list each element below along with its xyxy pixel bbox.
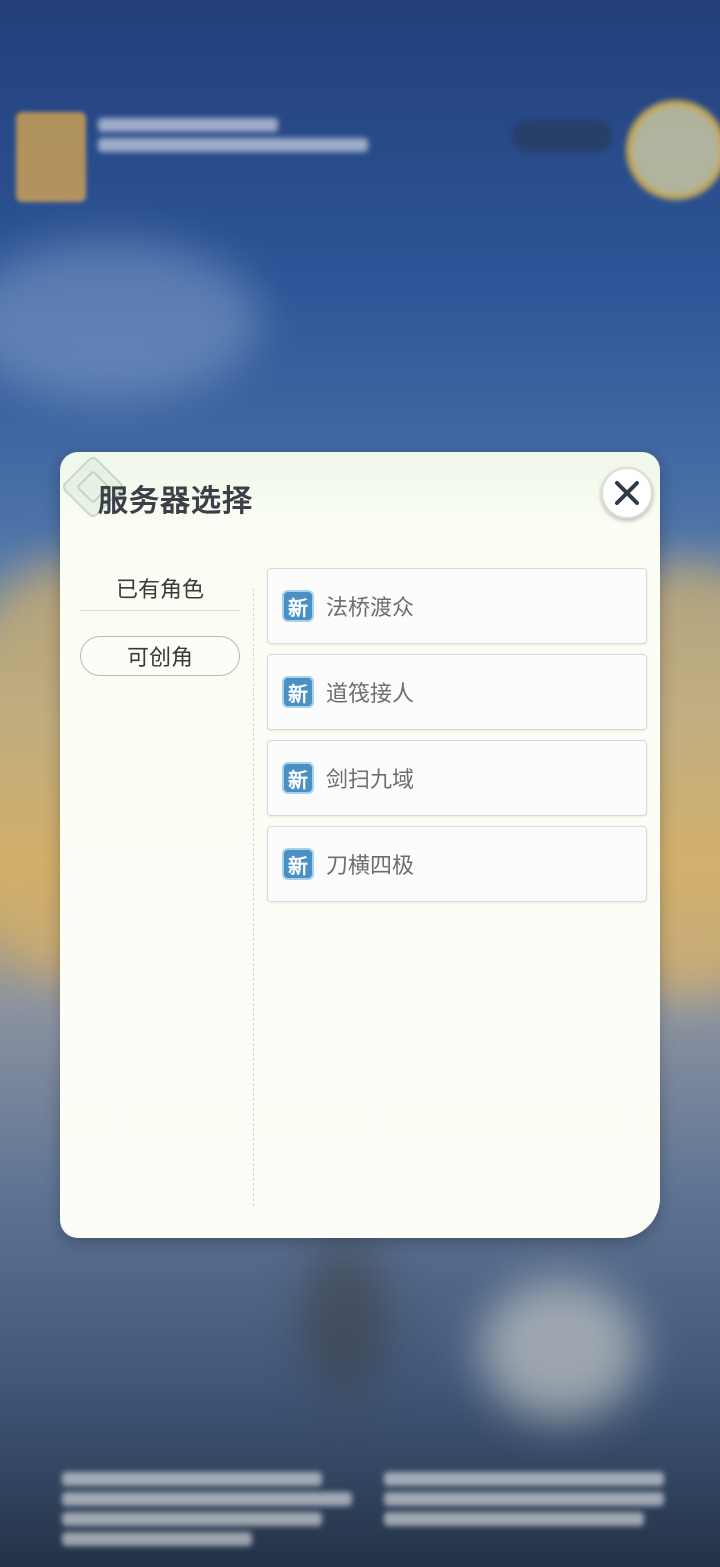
tab-owned-characters[interactable]: 已有角色 [80,566,240,611]
server-name: 刀横四极 [326,854,415,879]
server-list: 新 法桥渡众 新 道筏接人 新 剑扫九域 新 刀横四极 [267,568,647,912]
footer-legal-text [62,1472,672,1552]
new-badge: 新 [282,762,314,794]
floating-button-blurred [512,120,612,152]
new-badge: 新 [282,676,314,708]
server-name: 剑扫九域 [326,768,415,793]
server-select-dialog: 服务器选择 已有角色 可创角 新 法桥渡众 新 道筏接人 新 剑扫九域 新 刀横… [60,452,660,1238]
column-divider [253,588,254,1206]
new-badge: 新 [282,590,314,622]
new-badge: 新 [282,848,314,880]
game-logo-icon [16,112,86,202]
close-icon [615,481,639,505]
server-item[interactable]: 新 法桥渡众 [267,568,647,644]
server-name: 道筏接人 [326,682,415,707]
server-name: 法桥渡众 [326,596,415,621]
close-button[interactable] [601,467,653,519]
dialog-title: 服务器选择 [98,484,253,519]
tab-create-character[interactable]: 可创角 [80,636,240,676]
server-item[interactable]: 新 剑扫九域 [267,740,647,816]
event-badge-icon [626,100,720,200]
server-item[interactable]: 新 道筏接人 [267,654,647,730]
server-item[interactable]: 新 刀横四极 [267,826,647,902]
